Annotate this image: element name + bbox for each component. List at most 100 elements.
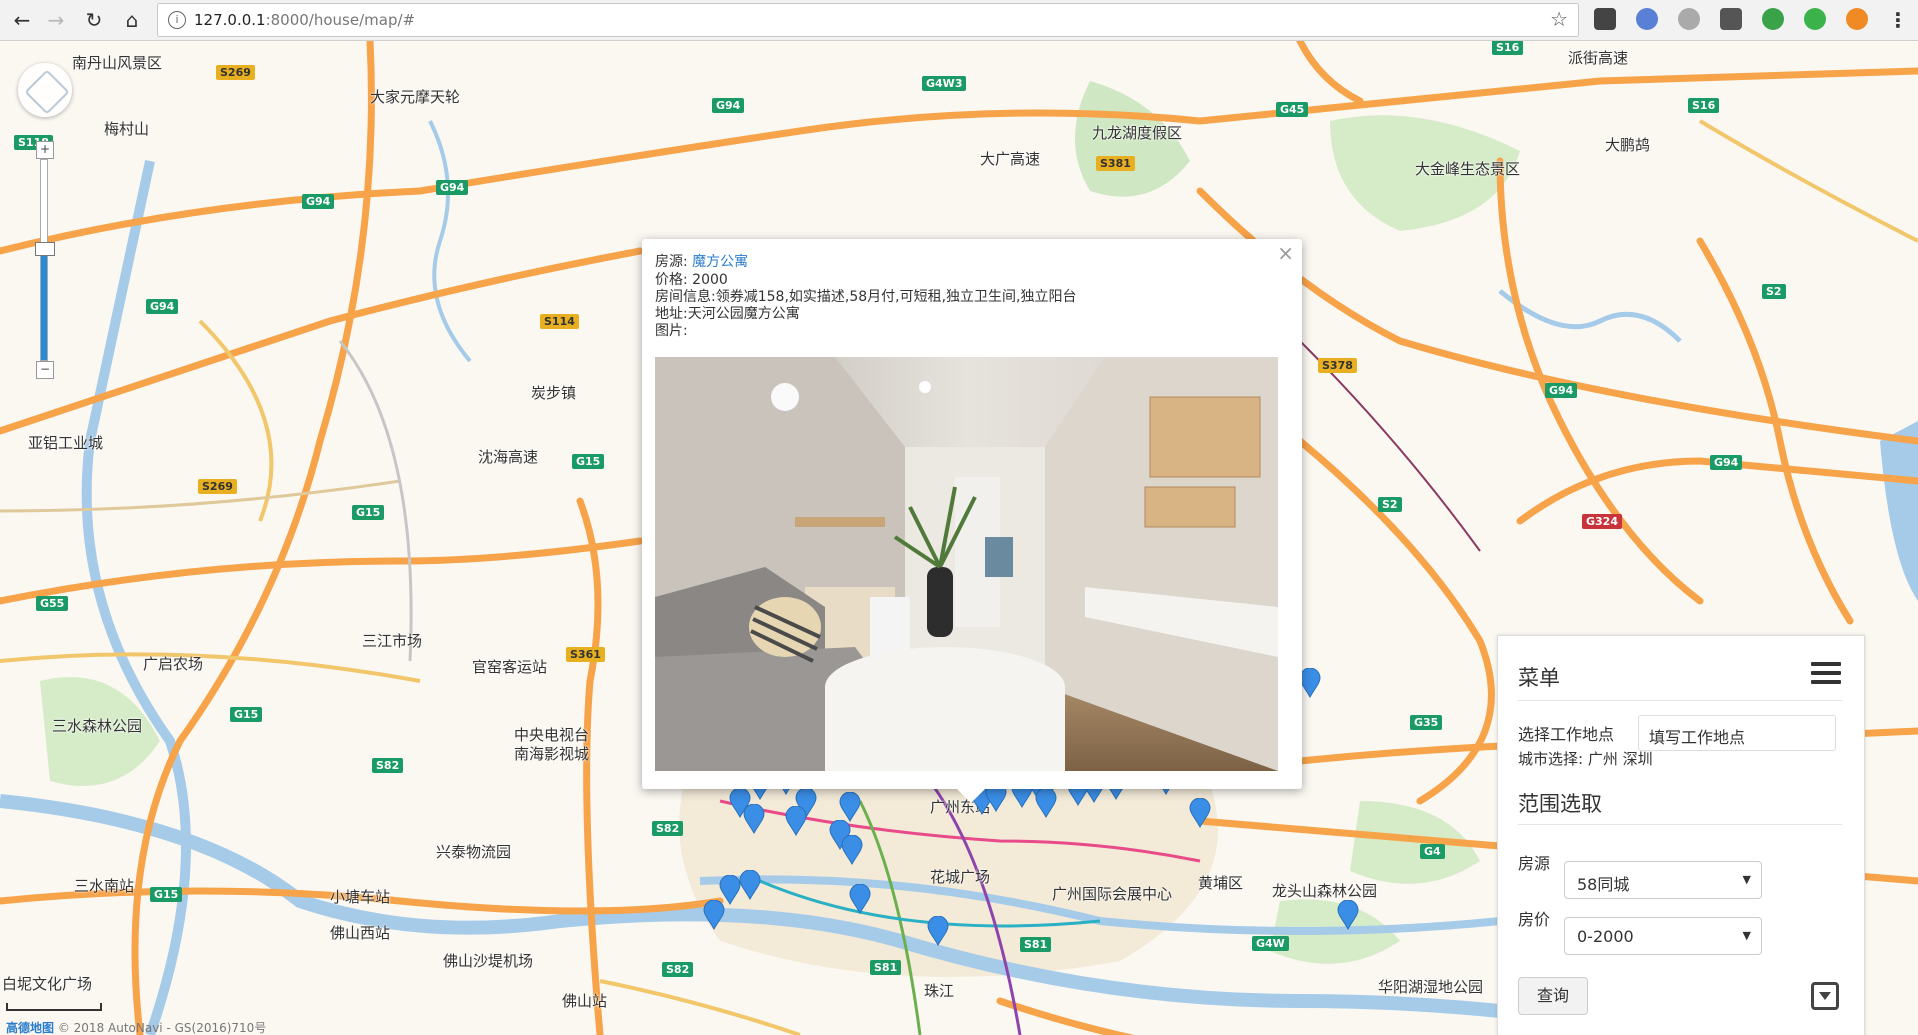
zoom-slider-track[interactable]: [35, 159, 55, 361]
map-place-label: 白坭文化广场: [2, 975, 93, 993]
source-select-value: 58同城: [1577, 875, 1630, 894]
collapse-icon[interactable]: [1811, 982, 1839, 1010]
dropdown-arrow-icon: ▼: [1742, 873, 1751, 886]
extension-icon[interactable]: [1636, 8, 1658, 30]
source-link[interactable]: 魔方公寓: [692, 254, 748, 270]
map-place-label: 沈海高速: [478, 448, 539, 466]
road-shield: S81: [1020, 937, 1052, 952]
back-icon[interactable]: ←: [8, 6, 36, 34]
map-place-label: 炭步镇: [531, 384, 577, 402]
road-shield: G94: [712, 98, 745, 113]
house-marker-icon[interactable]: [1337, 899, 1359, 931]
work-location-label: 选择工作地点: [1518, 725, 1615, 744]
road-shield: G324: [1582, 514, 1622, 529]
menu-title: 菜单: [1518, 666, 1560, 690]
menu-panel: 菜单 选择工作地点 填写工作地点 城市选择: 广州 深圳 范围选取 房源 58同…: [1497, 635, 1865, 1035]
map-place-label: 龙头山森林公园: [1272, 882, 1378, 900]
house-marker-icon[interactable]: [1299, 667, 1321, 699]
source-select[interactable]: 58同城 ▼: [1564, 861, 1762, 899]
house-marker-icon[interactable]: [1035, 787, 1057, 819]
zoom-slider-thumb[interactable]: [35, 242, 55, 256]
price-select-value: 0-2000: [1577, 927, 1634, 946]
query-button[interactable]: 查询: [1518, 977, 1588, 1015]
road-shield: G35: [1410, 715, 1443, 730]
road-shield: G94: [1545, 383, 1578, 398]
home-icon[interactable]: ⌂: [118, 6, 146, 34]
map-place-label: 三水森林公园: [52, 717, 143, 735]
map-place-label: 大鹏鸪: [1605, 136, 1651, 154]
map-scale-bar: [6, 1003, 102, 1011]
road-shield: G15: [230, 707, 263, 722]
house-marker-icon[interactable]: [743, 803, 765, 835]
house-marker-icon[interactable]: [841, 834, 863, 866]
house-marker-icon[interactable]: [927, 915, 949, 947]
extension-icon[interactable]: [1762, 8, 1784, 30]
map-place-label: 三水南站: [74, 877, 135, 895]
info-window-pointer: [957, 789, 985, 803]
close-icon[interactable]: ×: [1277, 241, 1294, 265]
road-shield: S114: [540, 314, 579, 329]
map-place-label: 派街高速: [1568, 49, 1629, 67]
menu-kebab-icon[interactable]: ⋮: [1884, 6, 1912, 34]
map-pan-control[interactable]: [18, 63, 72, 117]
house-marker-icon[interactable]: [1189, 797, 1211, 829]
forward-icon[interactable]: →: [42, 6, 70, 34]
price-select[interactable]: 0-2000 ▼: [1564, 917, 1762, 955]
extension-icon[interactable]: [1846, 8, 1868, 30]
road-shield: S2: [1762, 284, 1786, 299]
road-shield: S2: [1378, 497, 1402, 512]
map-copyright: 高德地图 © 2018 AutoNavi - GS(2016)710号: [6, 1019, 266, 1035]
house-marker-icon[interactable]: [839, 791, 861, 823]
road-shield: G15: [352, 505, 385, 520]
road-shield: G4W: [1252, 936, 1289, 951]
map-place-label: 华阳湖湿地公园: [1378, 978, 1484, 996]
road-shield: S16: [1688, 98, 1720, 113]
map-place-label: 小塘车站: [330, 888, 391, 906]
road-shield: S381: [1096, 156, 1135, 171]
road-shield: G94: [302, 194, 335, 209]
extension-icon[interactable]: [1678, 8, 1700, 30]
bookmark-star-icon[interactable]: ☆: [1550, 7, 1568, 31]
map-place-label: 南丹山风景区: [72, 54, 163, 72]
road-shield: G45: [1276, 102, 1309, 117]
road-shield: S378: [1318, 358, 1357, 373]
house-photo: [655, 357, 1278, 771]
road-shield: S82: [652, 821, 684, 836]
road-shield: S82: [372, 758, 404, 773]
road-shield: G55: [36, 596, 69, 611]
house-info-window: × 房源: 魔方公寓 价格: 2000 房间信息:领券减158,如实描述,58月…: [642, 239, 1302, 803]
extension-icon[interactable]: [1804, 8, 1826, 30]
source-label: 房源: [1518, 854, 1551, 873]
road-shield: G15: [150, 887, 183, 902]
map-place-label: 梅村山: [104, 120, 150, 138]
pan-arrows-icon[interactable]: [24, 69, 70, 115]
road-shield: G4: [1420, 844, 1445, 859]
info-icon[interactable]: i: [168, 11, 186, 29]
extension-icon[interactable]: [1594, 8, 1616, 30]
work-location-placeholder: 填写工作地点: [1649, 728, 1746, 747]
source-label: 房源:: [655, 254, 688, 270]
url-text: 127.0.0.1:8000/house/map/#: [194, 11, 415, 29]
map-place-label: 九龙湖度假区: [1092, 124, 1183, 142]
work-location-input[interactable]: 填写工作地点: [1638, 715, 1836, 751]
house-marker-icon[interactable]: [849, 883, 871, 915]
map-place-label: 珠江: [924, 982, 955, 1000]
map-canvas[interactable]: 南丹山风景区 大家元摩天轮 梅村山 九龙湖度假区 派街高速 大广高速 大金峰生态景区 大鹏鸪亚…: [0, 41, 1918, 1035]
house-marker-icon[interactable]: [739, 869, 761, 901]
house-marker-icon[interactable]: [785, 805, 807, 837]
extension-icon[interactable]: [1720, 8, 1742, 30]
zoom-out-button[interactable]: −: [36, 361, 54, 379]
hamburger-icon[interactable]: [1811, 662, 1841, 688]
road-shield: S269: [216, 65, 255, 80]
zoom-in-button[interactable]: +: [36, 141, 54, 159]
reload-icon[interactable]: ↻: [80, 6, 108, 34]
map-place-label: 大广高速: [980, 150, 1041, 168]
map-place-label: 佛山站: [562, 992, 608, 1010]
road-shield: S81: [870, 960, 902, 975]
price-label: 房价: [1518, 910, 1551, 929]
map-place-label: 佛山沙堤机场: [443, 952, 534, 970]
map-place-label: 兴泰物流园: [436, 843, 512, 861]
source-line: 房源: 魔方公寓: [655, 251, 748, 271]
address-bar[interactable]: i 127.0.0.1:8000/house/map/# ☆: [157, 3, 1579, 37]
house-marker-icon[interactable]: [703, 899, 725, 931]
